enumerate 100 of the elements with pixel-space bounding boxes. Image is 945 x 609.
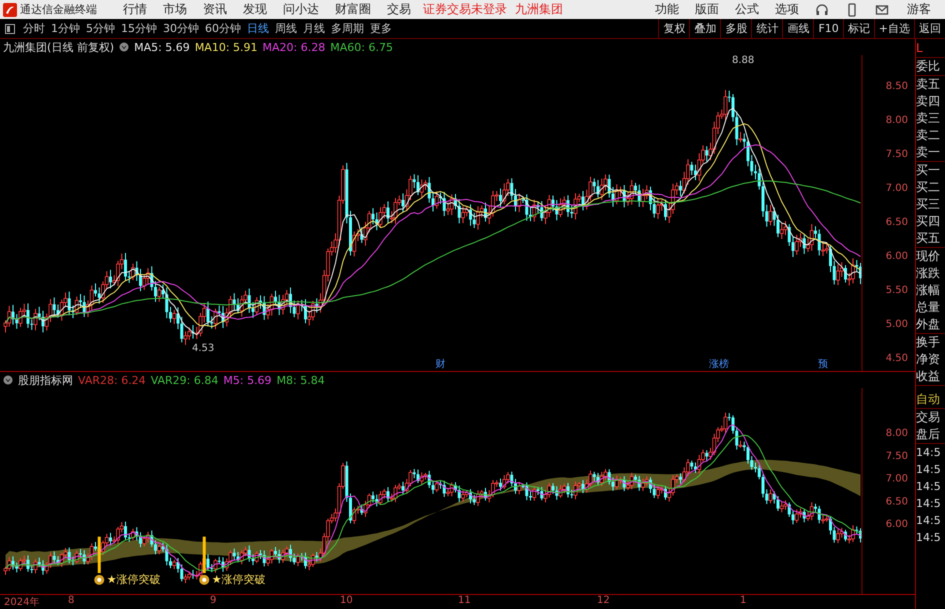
period-tab[interactable]: 周线 bbox=[272, 21, 300, 36]
quote-label: 总量 bbox=[916, 299, 941, 316]
dropdown-icon[interactable] bbox=[3, 375, 13, 385]
quote-label: 买一 bbox=[916, 162, 941, 179]
trade-time: 14:5 bbox=[916, 479, 942, 495]
trade-label: 盘后 bbox=[916, 426, 941, 443]
period-tab[interactable]: 60分钟 bbox=[202, 21, 244, 36]
date-axis-label: 11 bbox=[458, 595, 471, 606]
mode-label[interactable]: 自动 bbox=[916, 390, 945, 409]
panel-toggle-icon[interactable] bbox=[5, 24, 15, 34]
quote-label: 卖五 bbox=[916, 76, 941, 93]
event-marker[interactable]: 预 bbox=[818, 359, 828, 370]
price-axis-label: 5.00 bbox=[886, 319, 908, 330]
menu-item[interactable]: 选项 bbox=[767, 1, 807, 18]
app-title: 通达信金融终端 bbox=[20, 2, 97, 17]
quote-label: 外盘 bbox=[916, 316, 941, 333]
menu-item[interactable]: 公式 bbox=[727, 1, 767, 18]
legend-value: VAR28: 6.24 bbox=[78, 374, 146, 386]
legend-value: VAR29: 6.84 bbox=[150, 374, 218, 386]
trade-time: 14:5 bbox=[916, 530, 942, 546]
event-marker[interactable]: 财 bbox=[435, 359, 446, 370]
dropdown-icon[interactable] bbox=[119, 42, 130, 52]
date-axis-label: 12 bbox=[597, 595, 610, 606]
signal-label: ★涨停突破 bbox=[212, 573, 266, 586]
app-logo-icon bbox=[3, 2, 17, 16]
trade-time: 14:5 bbox=[916, 445, 942, 461]
stock-name: 九洲集团 bbox=[514, 1, 564, 18]
period-tab[interactable]: 1分钟 bbox=[48, 21, 83, 36]
period-tab[interactable]: 日线 bbox=[244, 21, 272, 36]
price-axis-label: 7.00 bbox=[886, 474, 908, 484]
period-tab[interactable]: 分时 bbox=[20, 21, 48, 36]
mail-icon[interactable] bbox=[875, 2, 889, 16]
quote-label: 卖二 bbox=[916, 127, 941, 144]
date-axis-label: 10 bbox=[340, 595, 353, 606]
date-axis-label: 8 bbox=[68, 595, 74, 606]
quote-label: 卖一 bbox=[916, 144, 941, 161]
quote-label: 涨跌 bbox=[916, 265, 941, 282]
price-axis-label: 7.50 bbox=[886, 149, 908, 160]
period-tab[interactable]: 月线 bbox=[300, 21, 328, 36]
user-label[interactable]: 游客 bbox=[897, 1, 945, 18]
period-tab[interactable]: 多周期 bbox=[328, 21, 367, 36]
menu-item[interactable]: 交易 bbox=[379, 1, 419, 18]
period-tab[interactable]: 更多 bbox=[367, 21, 395, 36]
menu-item[interactable]: 市场 bbox=[155, 1, 195, 18]
quote-label: 买四 bbox=[916, 213, 941, 230]
menu-item[interactable]: 财富圈 bbox=[327, 1, 379, 18]
menu-item[interactable]: 功能 bbox=[647, 1, 687, 18]
quote-label: 买二 bbox=[916, 179, 941, 196]
headset-icon[interactable] bbox=[815, 2, 829, 16]
date-axis-label: 2024年 bbox=[4, 596, 40, 609]
low-price-label: 4.53 bbox=[192, 342, 214, 354]
legend-value: MA60: 6.75 bbox=[330, 40, 393, 54]
price-axis-label: 7.00 bbox=[886, 183, 908, 194]
menu-item[interactable]: 发现 bbox=[235, 1, 275, 18]
menu-item[interactable]: 版面 bbox=[687, 1, 727, 18]
panel-header[interactable]: L bbox=[916, 39, 945, 58]
date-axis-label: 9 bbox=[210, 595, 216, 606]
signal-bar bbox=[98, 536, 101, 574]
price-axis-label: 6.00 bbox=[886, 519, 908, 530]
period-tab[interactable]: 15分钟 bbox=[118, 21, 160, 36]
period-tab[interactable]: 5分钟 bbox=[83, 21, 118, 36]
quote-label: 卖三 bbox=[916, 110, 941, 127]
price-axis-label: 8.00 bbox=[886, 115, 908, 126]
trade-time: 14:5 bbox=[916, 513, 942, 529]
quote-label: 买五 bbox=[916, 230, 941, 247]
legend-value: MA20: 6.28 bbox=[262, 40, 326, 54]
date-axis-label: 1 bbox=[740, 595, 746, 606]
price-axis-label: 8.50 bbox=[886, 81, 908, 92]
event-marker[interactable]: 涨榜 bbox=[709, 359, 729, 370]
signal-bar bbox=[202, 536, 206, 574]
price-axis-label: 8.00 bbox=[886, 428, 908, 439]
legend-value: M8: 5.84 bbox=[276, 374, 325, 386]
quote-label: 委比 bbox=[916, 58, 941, 75]
price-axis-label: 4.50 bbox=[886, 353, 908, 364]
price-axis-label: 6.50 bbox=[886, 496, 908, 508]
high-price-label: 8.88 bbox=[732, 55, 754, 66]
login-status[interactable]: 证券交易未登录 bbox=[419, 1, 511, 18]
legend-value: MA5: 5.69 bbox=[134, 40, 190, 54]
price-axis-label: 5.50 bbox=[886, 285, 908, 296]
menu-item[interactable]: 资讯 bbox=[195, 1, 235, 18]
quote-label: 买三 bbox=[916, 196, 941, 213]
menu-item[interactable]: 问小达 bbox=[275, 1, 327, 18]
quote-label: 涨幅 bbox=[916, 282, 941, 299]
quote-label: 净资 bbox=[916, 351, 941, 368]
period-tab[interactable]: 30分钟 bbox=[160, 21, 202, 36]
trade-time: 14:5 bbox=[916, 462, 942, 478]
legend-value: MA10: 5.91 bbox=[194, 40, 258, 54]
chart-title: 九洲集团(日线 前复权) bbox=[3, 40, 114, 54]
signal-label: ★涨停突破 bbox=[106, 573, 161, 586]
price-axis-label: 7.50 bbox=[886, 450, 908, 462]
indicator-title: 股朋指标网 bbox=[18, 372, 73, 388]
menu-item[interactable]: 行情 bbox=[115, 1, 155, 18]
price-axis-label: 6.00 bbox=[886, 251, 908, 262]
trade-time: 14:5 bbox=[916, 496, 942, 512]
legend-value: M5: 5.69 bbox=[223, 374, 272, 386]
quote-label: 卖四 bbox=[916, 93, 941, 110]
trade-label: 交易 bbox=[916, 409, 941, 426]
quote-label: 现价 bbox=[916, 248, 941, 265]
quote-label: 收益 bbox=[916, 368, 941, 385]
price-axis-label: 6.50 bbox=[886, 217, 908, 228]
